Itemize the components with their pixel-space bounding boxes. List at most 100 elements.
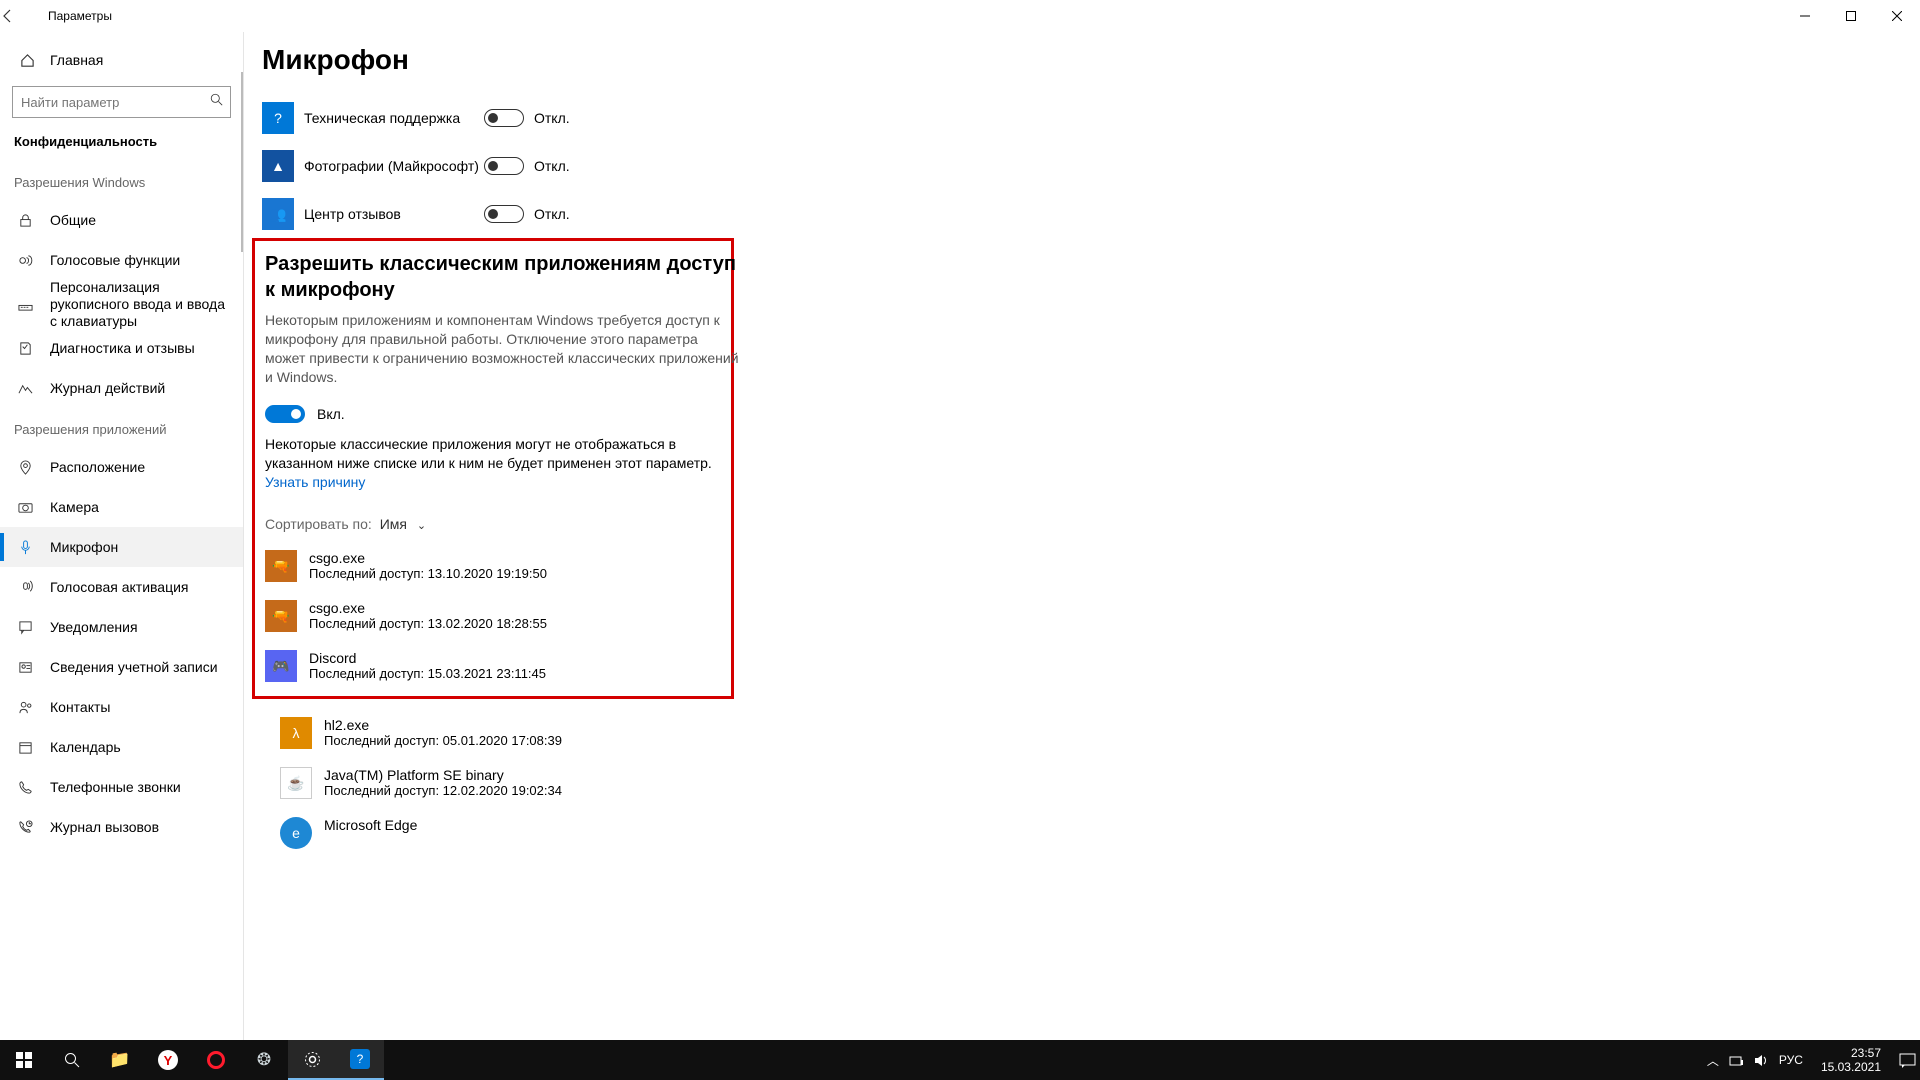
sidebar-item-label: Телефонные звонки	[50, 779, 181, 795]
taskbar: 📁 Y ❂ ? ︿ РУС 23:57 15.03.2021	[0, 1040, 1920, 1080]
app-toggle[interactable]	[484, 205, 524, 223]
app-name: Центр отзывов	[304, 206, 484, 222]
desktop-toggle-label: Вкл.	[317, 406, 345, 422]
search-input[interactable]	[12, 86, 231, 118]
taskbar-steam[interactable]: ❂	[240, 1040, 288, 1080]
close-button[interactable]	[1874, 0, 1920, 32]
desktop-section-note: Некоторые классические приложения могут …	[265, 436, 712, 471]
sort-dropdown[interactable]: Сортировать по: Имя ⌄	[265, 516, 740, 532]
taskbar-settings[interactable]	[288, 1040, 336, 1080]
tray-volume-icon[interactable]	[1754, 1054, 1769, 1067]
diag-icon	[16, 341, 34, 356]
app-name: Техническая поддержка	[304, 110, 484, 126]
tray-chevron-icon[interactable]: ︿	[1707, 1052, 1719, 1069]
sidebar-item-voiceact[interactable]: Голосовая активация	[0, 567, 243, 607]
app-last-access: Последний доступ: 13.10.2020 19:19:50	[309, 566, 547, 581]
taskbar-help[interactable]: ?	[336, 1040, 384, 1080]
account-icon	[16, 660, 34, 675]
sidebar-item-mic[interactable]: Микрофон	[0, 527, 243, 567]
app-name: Microsoft Edge	[324, 817, 417, 833]
app-icon: ▲	[262, 150, 294, 182]
taskbar-yandex[interactable]: Y	[144, 1040, 192, 1080]
minimize-button[interactable]	[1782, 0, 1828, 32]
sidebar-item-calllog[interactable]: Журнал вызовов	[0, 807, 243, 847]
app-last-access: Последний доступ: 05.01.2020 17:08:39	[324, 733, 562, 748]
tray-network-icon[interactable]	[1729, 1054, 1744, 1067]
sidebar-item-label: Календарь	[50, 739, 121, 755]
sidebar-item-label: Диагностика и отзывы	[50, 340, 195, 356]
tray-language[interactable]: РУС	[1779, 1053, 1803, 1067]
journal-icon	[16, 381, 34, 396]
title-bar: Параметры	[0, 0, 1920, 32]
app-toggle[interactable]	[484, 157, 524, 175]
sidebar-item-journal[interactable]: Журнал действий	[0, 368, 243, 408]
main-content: Микрофон ?Техническая поддержкаОткл.▲Фот…	[244, 32, 1920, 1040]
voice-icon	[16, 253, 34, 268]
app-icon: ?	[262, 102, 294, 134]
contacts-icon	[16, 700, 34, 715]
sidebar-item-label: Журнал вызовов	[50, 819, 159, 835]
page-title: Микрофон	[262, 32, 1920, 94]
home-label: Главная	[50, 52, 103, 68]
app-icon: ☕	[280, 767, 312, 799]
calllog-icon	[16, 820, 34, 835]
sidebar-item-diag[interactable]: Диагностика и отзывы	[0, 328, 243, 368]
sidebar-item-notif[interactable]: Уведомления	[0, 607, 243, 647]
group-windows-label: Разрешения Windows	[0, 161, 243, 200]
app-icon: 🎮	[265, 650, 297, 682]
taskbar-search[interactable]	[48, 1040, 96, 1080]
store-app-row: 👥Центр отзывовОткл.	[262, 190, 1920, 238]
lock-icon	[16, 213, 34, 228]
maximize-button[interactable]	[1828, 0, 1874, 32]
location-icon	[16, 460, 34, 475]
tray-date: 15.03.2021	[1821, 1060, 1881, 1074]
taskbar-explorer[interactable]: 📁	[96, 1040, 144, 1080]
tray-action-center[interactable]	[1899, 1053, 1916, 1068]
chevron-down-icon: ⌄	[417, 520, 426, 532]
sidebar-item-label: Камера	[50, 499, 99, 515]
search-icon	[64, 1052, 80, 1068]
sidebar-item-label: Персонализация рукописного ввода и ввода…	[50, 279, 235, 330]
sidebar-item-contacts[interactable]: Контакты	[0, 687, 243, 727]
desktop-app-row: 🔫csgo.exeПоследний доступ: 13.10.2020 19…	[265, 550, 740, 582]
group-apps-label: Разрешения приложений	[0, 408, 243, 447]
sidebar-item-label: Микрофон	[50, 539, 118, 555]
app-icon: λ	[280, 717, 312, 749]
sidebar-item-ink[interactable]: Персонализация рукописного ввода и ввода…	[0, 280, 243, 328]
sidebar-item-phone[interactable]: Телефонные звонки	[0, 767, 243, 807]
desktop-access-toggle[interactable]	[265, 405, 305, 423]
tray-clock[interactable]: 23:57 15.03.2021	[1813, 1046, 1889, 1074]
sidebar-item-lock[interactable]: Общие	[0, 200, 243, 240]
desktop-app-row: eMicrosoft Edge	[280, 817, 1920, 849]
desktop-app-row: λhl2.exeПоследний доступ: 05.01.2020 17:…	[280, 717, 1920, 749]
highlight-box: Разрешить классическим приложениям досту…	[252, 238, 734, 699]
start-button[interactable]	[0, 1040, 48, 1080]
sidebar-item-label: Общие	[50, 212, 96, 228]
taskbar-opera[interactable]	[192, 1040, 240, 1080]
sidebar-item-camera[interactable]: Камера	[0, 487, 243, 527]
learn-why-link[interactable]: Узнать причину	[265, 474, 365, 490]
app-toggle-label: Откл.	[534, 110, 570, 126]
app-toggle-label: Откл.	[534, 158, 570, 174]
sidebar-item-account[interactable]: Сведения учетной записи	[0, 647, 243, 687]
home-link[interactable]: Главная	[0, 40, 243, 80]
app-toggle-label: Откл.	[534, 206, 570, 222]
store-app-row: ▲Фотографии (Майкрософт)Откл.	[262, 142, 1920, 190]
help-icon: ?	[350, 1049, 370, 1069]
store-app-row: ? Техническая поддержка Откл.	[262, 94, 1920, 142]
sidebar-item-label: Контакты	[50, 699, 110, 715]
sort-value: Имя	[380, 516, 407, 532]
sidebar-item-voice[interactable]: Голосовые функции	[0, 240, 243, 280]
section-title: Конфиденциальность	[0, 128, 243, 161]
system-tray[interactable]: ︿ РУС 23:57 15.03.2021	[1707, 1046, 1920, 1074]
opera-icon	[207, 1051, 225, 1069]
app-toggle[interactable]	[484, 109, 524, 127]
back-button[interactable]	[0, 8, 48, 24]
app-icon: 🔫	[265, 600, 297, 632]
camera-icon	[16, 500, 34, 515]
minimize-icon	[1800, 11, 1810, 21]
sidebar-item-calendar[interactable]: Календарь	[0, 727, 243, 767]
app-last-access: Последний доступ: 15.03.2021 23:11:45	[309, 666, 546, 681]
sidebar-item-location[interactable]: Расположение	[0, 447, 243, 487]
home-icon	[18, 53, 36, 68]
